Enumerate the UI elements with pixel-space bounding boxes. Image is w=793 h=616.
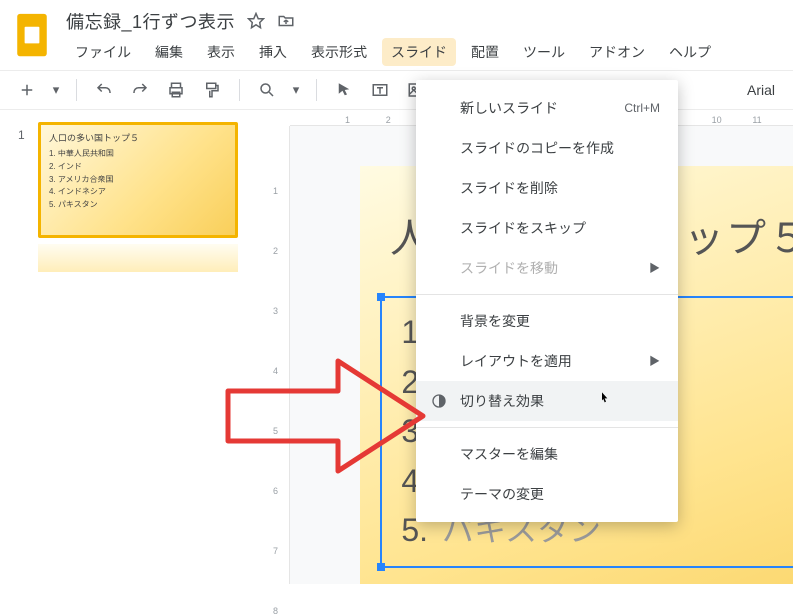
redo-button[interactable] [127,77,153,103]
thumbnail-panel: 1 人口の多い国トップ５ 1. 中華人民共和国 2. インド 3. アメリカ合衆… [0,110,252,584]
vertical-ruler: 12345678 [262,126,290,584]
dd-apply-layout[interactable]: レイアウトを適用▶ [416,341,678,381]
thumbnail-index: 1 [18,128,25,142]
move-to-folder-icon[interactable] [277,12,295,30]
dd-move-slide: スライドを移動▶ [416,248,678,288]
dd-separator [416,427,678,428]
dd-delete-slide[interactable]: スライドを削除 [416,168,678,208]
thumbnail-slide-1[interactable]: 人口の多い国トップ５ 1. 中華人民共和国 2. インド 3. アメリカ合衆国 … [38,122,238,238]
thumb-title: 人口の多い国トップ５ [49,131,227,144]
new-slide-button[interactable] [14,77,40,103]
menu-file[interactable]: ファイル [66,38,140,66]
select-tool[interactable] [331,77,357,103]
menubar: ファイル 編集 表示 挿入 表示形式 スライド 配置 ツール アドオン ヘルプ [66,34,720,70]
dd-skip-slide[interactable]: スライドをスキップ [416,208,678,248]
font-select[interactable]: Arial [743,80,779,100]
menu-help[interactable]: ヘルプ [660,38,720,66]
menu-format[interactable]: 表示形式 [302,38,376,66]
menu-insert[interactable]: 挿入 [250,38,296,66]
cursor-pointer-icon [596,391,612,411]
star-icon[interactable] [247,12,265,30]
dd-transition[interactable]: 切り替え効果 [416,381,678,421]
dd-edit-master[interactable]: マスターを編集 [416,434,678,474]
slide-menu-dropdown: 新しいスライド Ctrl+M スライドのコピーを作成 スライドを削除 スライドを… [416,80,678,522]
thumb-item: 2. インド [49,161,227,174]
print-button[interactable] [163,77,189,103]
undo-button[interactable] [91,77,117,103]
thumb-item: 1. 中華人民共和国 [49,148,227,161]
new-slide-dropdown-icon[interactable]: ▾ [50,77,62,103]
menu-addons[interactable]: アドオン [580,38,654,66]
dd-change-background[interactable]: 背景を変更 [416,301,678,341]
slides-app-icon [12,12,52,60]
menu-slide[interactable]: スライド [382,38,456,66]
dd-duplicate-slide[interactable]: スライドのコピーを作成 [416,128,678,168]
thumb-item: 3. アメリカ合衆国 [49,174,227,187]
paint-format-button[interactable] [199,77,225,103]
thumb-item: 5. パキスタン [49,199,227,212]
menu-tools[interactable]: ツール [514,38,574,66]
menu-view[interactable]: 表示 [198,38,244,66]
menu-edit[interactable]: 編集 [146,38,192,66]
zoom-button[interactable] [254,77,280,103]
menu-arrange[interactable]: 配置 [462,38,508,66]
zoom-dropdown-icon[interactable]: ▾ [290,77,302,103]
transition-icon [430,392,448,410]
doc-title[interactable]: 備忘録_1行ずつ表示 [66,8,235,34]
dd-separator [416,294,678,295]
textbox-tool[interactable] [367,77,393,103]
dd-change-theme[interactable]: テーマの変更 [416,474,678,514]
dd-new-slide[interactable]: 新しいスライド Ctrl+M [416,88,678,128]
thumbnail-next-preview [38,244,238,272]
thumb-item: 4. インドネシア [49,186,227,199]
